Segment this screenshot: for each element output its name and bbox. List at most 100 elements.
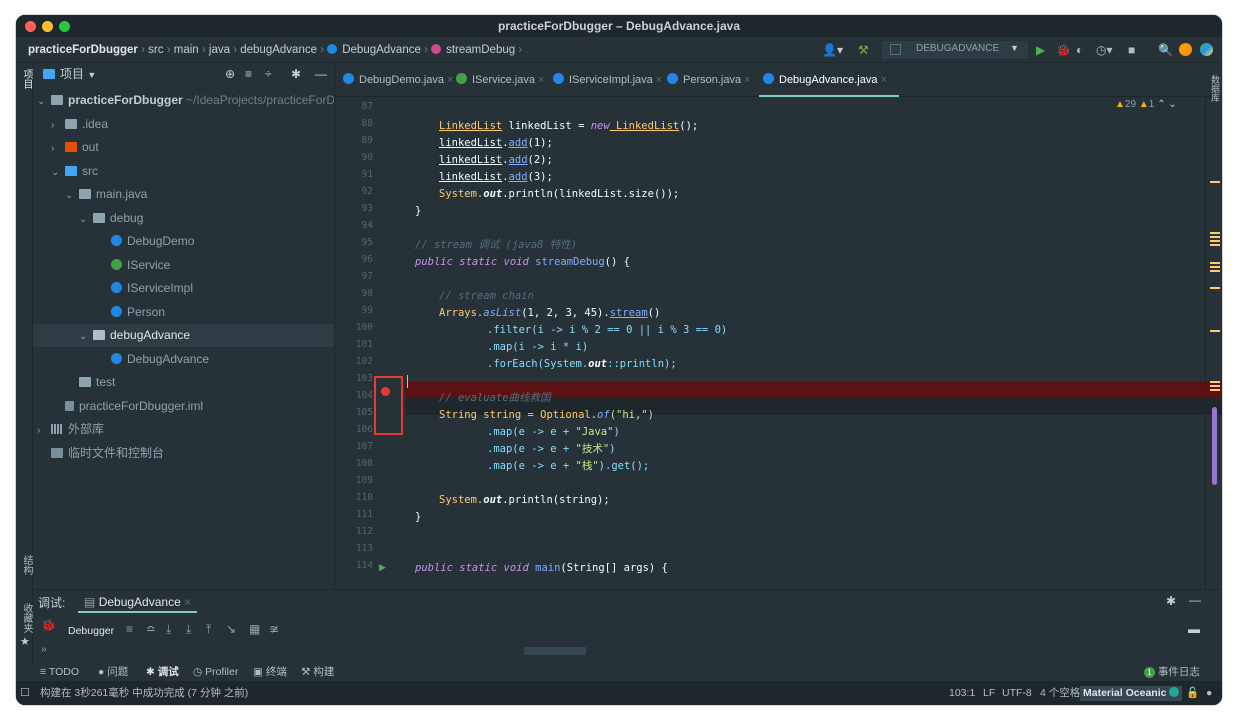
breadcrumb-method[interactable]: streamDebug — [446, 44, 515, 56]
tab-profiler[interactable]: ◷ Profiler — [193, 663, 238, 681]
tab-problems[interactable]: ● 问题 — [98, 663, 128, 681]
breadcrumb-java[interactable]: java — [209, 44, 230, 56]
structure-tool-button[interactable]: 结构 — [19, 555, 34, 575]
step-into-icon[interactable]: ⤓ — [186, 622, 191, 637]
error-stripe[interactable] — [1205, 97, 1222, 589]
scrollbar-thumb[interactable] — [1212, 407, 1217, 485]
tree-item-debugadvance-class[interactable]: DebugAdvance — [33, 348, 334, 371]
expand-all-icon[interactable]: ≡ — [245, 63, 252, 85]
tab-debugadvance[interactable]: DebugAdvance.java × — [759, 63, 899, 97]
tab-iservice[interactable]: IService.java × — [456, 63, 544, 97]
breadcrumb-package[interactable]: debugAdvance — [240, 44, 317, 56]
tree-item-iservice[interactable]: IService — [33, 254, 334, 277]
run-config-select[interactable]: DEBUGADVANCE ▼ — [882, 41, 1028, 59]
code-line: } — [415, 511, 422, 523]
run-gutter-icon[interactable]: ▶ — [379, 562, 386, 573]
tab-todo[interactable]: ≡ TODO — [40, 663, 79, 681]
tree-item-main-java[interactable]: ⌄ main.java — [33, 183, 334, 206]
project-view-select[interactable]: 项目 — [60, 67, 84, 81]
debugger-tab[interactable]: Debugger — [68, 625, 114, 637]
search-icon[interactable]: 🔍 — [1158, 42, 1173, 58]
tree-item-label: debug — [110, 211, 144, 225]
favorites-tool-button[interactable]: 收藏夹 — [19, 603, 34, 633]
breadcrumb-class[interactable]: DebugAdvance — [342, 44, 421, 56]
close-icon[interactable]: × — [881, 74, 887, 86]
tree-item-iml[interactable]: practiceForDbugger.iml — [33, 395, 334, 418]
close-window-button[interactable] — [25, 21, 36, 32]
file-encoding[interactable]: UTF-8 — [1002, 681, 1032, 705]
step-out-icon[interactable]: ⤒ — [206, 622, 211, 637]
tree-item-src[interactable]: ⌄ src — [33, 160, 334, 183]
build-hammer-icon[interactable]: ⚒ — [858, 42, 869, 58]
tree-item-root[interactable]: ⌄ practiceForDbugger ~/IdeaProjects/pract… — [33, 89, 338, 112]
coverage-icon[interactable]: ◐ — [1076, 42, 1083, 58]
lock-icon[interactable]: 🔓 — [1186, 681, 1199, 705]
update-icon[interactable] — [1179, 43, 1192, 56]
tab-debugdemo[interactable]: DebugDemo.java × — [343, 63, 454, 97]
collapse-all-icon[interactable]: ÷ — [265, 63, 272, 85]
horizontal-scrollbar[interactable] — [524, 647, 586, 655]
gear-icon[interactable]: ✱ — [1166, 594, 1176, 608]
close-icon[interactable]: × — [656, 74, 662, 86]
tab-terminal[interactable]: ▣ 终端 — [253, 663, 287, 681]
close-icon[interactable]: × — [538, 74, 544, 86]
tree-item-debug[interactable]: ⌄ debug — [33, 207, 334, 230]
layout-icon[interactable]: ≡ — [126, 622, 133, 636]
breadcrumb-main[interactable]: main — [174, 44, 199, 56]
debug-bug-icon[interactable]: 🐞 — [1056, 42, 1071, 58]
toggle-tool-windows-icon[interactable]: ☐ — [20, 681, 30, 705]
run-to-cursor-icon[interactable]: ↘ — [226, 622, 236, 636]
tree-item-test[interactable]: test — [33, 371, 334, 394]
line-separator[interactable]: LF — [983, 681, 995, 705]
trace-stream-icon[interactable]: ≆ — [269, 622, 279, 636]
code-token: ("hi,") — [609, 409, 654, 421]
tree-item-iserviceimpl[interactable]: IServiceImpl — [33, 277, 334, 300]
tab-debug-session[interactable]: ▤ DebugAdvance × — [78, 591, 198, 613]
show-execution-point-icon[interactable]: ≏ — [146, 622, 156, 636]
project-tool-button[interactable]: 项目 — [19, 69, 34, 89]
restore-layout-icon[interactable]: ▬ — [1188, 622, 1200, 636]
tab-build[interactable]: ⚒ 构建 — [301, 663, 334, 681]
breadcrumb-project[interactable]: practiceForDbugger — [28, 44, 138, 56]
code-token: (3); — [527, 171, 553, 183]
tree-item-debugdemo[interactable]: DebugDemo — [33, 230, 334, 253]
database-tool-button[interactable]: 数据库 — [1209, 75, 1222, 102]
tree-item-out[interactable]: › out — [33, 136, 334, 159]
hide-icon[interactable]: — — [1189, 593, 1201, 607]
user-icon[interactable]: 👤▾ — [822, 42, 843, 58]
close-icon[interactable]: × — [744, 74, 750, 86]
debug-bug-icon[interactable]: 🐞 — [41, 618, 56, 632]
indent-setting[interactable]: 4 个空格 — [1040, 681, 1080, 705]
profile-icon[interactable]: ◷▾ — [1096, 42, 1113, 58]
tab-iserviceimpl[interactable]: IServiceImpl.java × — [553, 63, 662, 97]
zoom-window-button[interactable] — [59, 21, 70, 32]
chevron-down-icon[interactable]: ▼ — [87, 70, 96, 80]
close-icon[interactable]: × — [447, 74, 453, 86]
notifications-icon[interactable]: ● — [1206, 681, 1212, 705]
caret-position[interactable]: 103:1 — [949, 681, 975, 705]
tree-item-person[interactable]: Person — [33, 301, 334, 324]
tab-debug[interactable]: ✱ 调试 — [146, 663, 179, 681]
more-icon[interactable]: » — [41, 644, 47, 655]
evaluate-icon[interactable]: ▦ — [249, 622, 260, 636]
step-over-icon[interactable]: ⤓ — [166, 622, 171, 637]
stop-icon[interactable]: ■ — [1128, 42, 1135, 58]
toolbox-icon[interactable] — [1200, 43, 1213, 56]
tree-item-debugadvance-package[interactable]: ⌄ debugAdvance — [33, 324, 334, 347]
status-message[interactable]: 构建在 3秒261毫秒 中成功完成 (7 分钟 之前) — [40, 681, 248, 705]
tree-item-external-libs[interactable]: › 外部库 — [33, 418, 334, 441]
tree-item-idea[interactable]: › .idea — [33, 113, 334, 136]
close-icon[interactable]: × — [184, 595, 191, 609]
code-area[interactable]: LinkedList linkedList = new LinkedList()… — [405, 97, 1205, 589]
run-icon[interactable]: ▶ — [1036, 42, 1045, 58]
hide-icon[interactable]: — — [315, 63, 327, 85]
gear-icon[interactable]: ✱ — [291, 63, 301, 85]
tree-item-scratches[interactable]: 临时文件和控制台 — [33, 442, 334, 465]
breadcrumb-src[interactable]: src — [148, 44, 163, 56]
minimize-window-button[interactable] — [42, 21, 53, 32]
event-log-button[interactable]: 1 事件日志 — [1144, 663, 1200, 681]
tab-person[interactable]: Person.java × — [667, 63, 751, 97]
star-icon[interactable]: ★ — [20, 635, 30, 648]
theme-indicator[interactable]: Material Oceanic — [1080, 686, 1183, 701]
locate-icon[interactable]: ⊕ — [225, 63, 235, 85]
